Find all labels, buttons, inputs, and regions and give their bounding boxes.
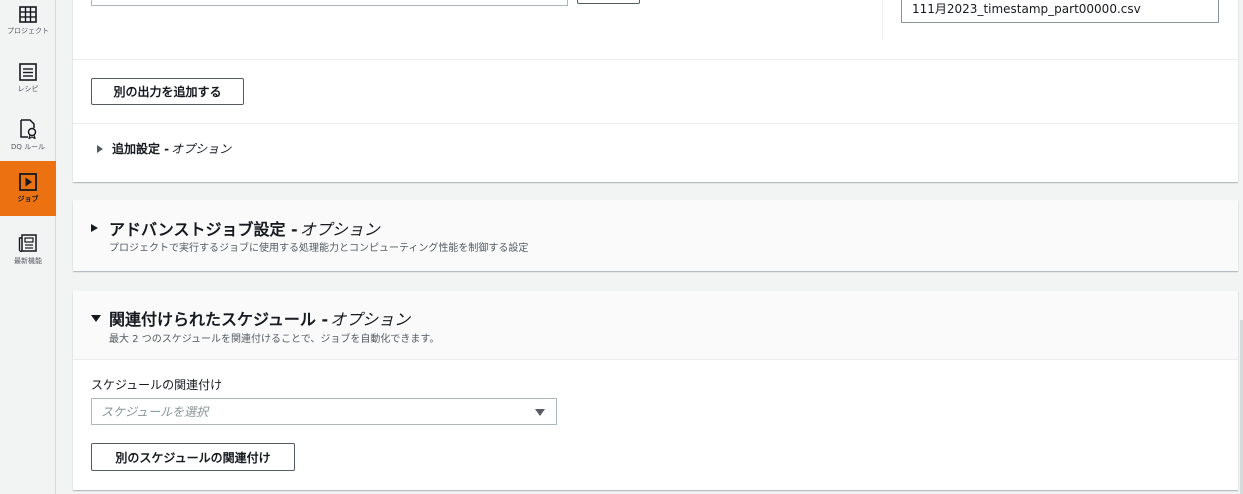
sidebar-item-label: プロジェクト [7, 27, 49, 35]
add-output-button[interactable]: 別の出力を追加する [91, 78, 244, 105]
sidebar-item-jobs[interactable]: ジョブ [0, 161, 56, 216]
sidebar-item-label: DQ ルール [10, 143, 46, 151]
schedule-select[interactable]: スケジュールを選択 [91, 398, 557, 425]
section-description: プロジェクトで実行するジョブに使用する処理能力とコンピューティング性能を制御する… [109, 243, 529, 254]
dropdown-caret-icon [535, 409, 545, 416]
sidebar-item-label: 最新機能 [14, 257, 42, 265]
additional-settings-optional: オプション [171, 142, 232, 156]
document-badge-icon [20, 119, 37, 139]
play-icon [19, 173, 37, 191]
advanced-job-settings-card: アドバンストジョブ設定 - オプション プロジェクトで実行するジョブに使用する処… [73, 200, 1238, 271]
caret-right-icon [91, 224, 98, 232]
additional-settings-label: 追加設定 - [112, 142, 170, 156]
caret-down-icon [91, 314, 101, 322]
divider [73, 123, 1238, 124]
column-divider [882, 0, 883, 40]
section-description: 最大 2 つのスケジュールを関連付けることで、ジョブを自動化できます。 [109, 334, 440, 345]
additional-settings-toggle[interactable]: 追加設定 - オプション [97, 140, 231, 157]
grid-icon [19, 6, 37, 23]
caret-right-icon [97, 144, 103, 153]
schedule-select-placeholder: スケジュールを選択 [101, 405, 209, 419]
schedule-field-label: スケジュールの関連付け [91, 378, 223, 392]
advanced-job-settings-toggle[interactable]: アドバンストジョブ設定 - オプション [91, 216, 380, 240]
sidebar-item-label: ジョブ [17, 195, 39, 203]
section-title-optional: オプション [299, 220, 380, 239]
file-name-value: 111月2023_timestamp_part00000.csv [912, 2, 1141, 16]
sidebar-item-recipes[interactable]: レシピ [0, 63, 56, 99]
section-title: アドバンストジョブ設定 - [109, 220, 298, 239]
divider [73, 59, 1238, 60]
sidebar-item-label: レシピ [17, 85, 39, 93]
newspaper-icon [18, 234, 37, 253]
output-settings-card: 111月2023_timestamp_part00000.csv 別の出力を追加… [73, 0, 1238, 182]
add-schedule-button[interactable]: 別のスケジュールの関連付け [91, 443, 295, 471]
sidebar-item-whats-new[interactable]: 最新機能 [0, 234, 56, 270]
section-title: 関連付けられたスケジュール - [109, 310, 329, 329]
sidebar-item-dq-rules[interactable]: DQ ルール [0, 119, 56, 157]
browse-button[interactable] [577, 0, 640, 4]
section-title-optional: オプション [330, 310, 411, 329]
list-icon [19, 63, 37, 81]
sidebar-item-projects[interactable]: プロジェクト [0, 6, 56, 42]
associated-schedules-toggle[interactable]: 関連付けられたスケジュール - オプション [91, 306, 410, 330]
associated-schedules-card: 関連付けられたスケジュール - オプション 最大 2 つのスケジュールを関連付け… [73, 291, 1238, 490]
left-sidebar: プロジェクト レシピ DQ ルール ジョブ 最新機能 [0, 0, 56, 494]
output-location-input[interactable] [91, 0, 568, 6]
file-name-input[interactable]: 111月2023_timestamp_part00000.csv [901, 0, 1219, 23]
section-header: 関連付けられたスケジュール - オプション 最大 2 つのスケジュールを関連付け… [73, 291, 1238, 360]
